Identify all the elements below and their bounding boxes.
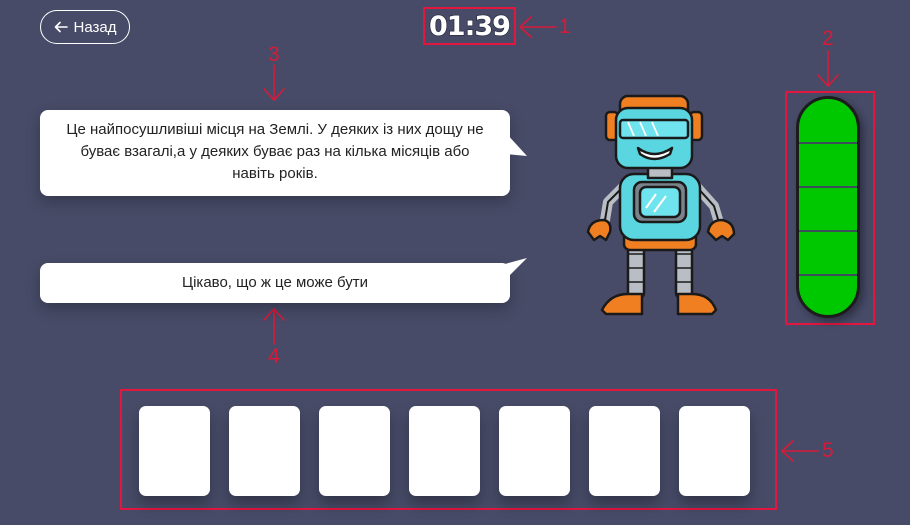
robot-illustration [586, 94, 736, 316]
energy-segment-divider [799, 274, 857, 276]
answer-slot-6[interactable] [589, 406, 660, 496]
answer-slot-1[interactable] [139, 406, 210, 496]
marker-1: 1 [559, 15, 571, 38]
answer-slot-3[interactable] [319, 406, 390, 496]
reply-bubble-tail [505, 258, 527, 280]
energy-bar [796, 96, 860, 318]
answer-slot-5[interactable] [499, 406, 570, 496]
clue-bubble: Це найпосушливіші місця на Землі. У деяк… [40, 110, 510, 196]
answer-slot-2[interactable] [229, 406, 300, 496]
energy-segment-divider [799, 230, 857, 232]
answer-slot-4[interactable] [409, 406, 480, 496]
marker-2: 2 [822, 27, 834, 50]
marker-4: 4 [268, 345, 280, 368]
energy-segment-divider [799, 142, 857, 144]
reply-text: Цікаво, що ж це може бути [182, 274, 368, 291]
marker-3: 3 [268, 43, 280, 66]
clue-text: Це найпосушливіші місця на Землі. У деяк… [66, 121, 484, 182]
reply-bubble: Цікаво, що ж це може бути [40, 263, 510, 303]
energy-segment-divider [799, 186, 857, 188]
answer-slot-7[interactable] [679, 406, 750, 496]
marker-5: 5 [822, 439, 834, 462]
clue-bubble-tail [505, 132, 527, 156]
